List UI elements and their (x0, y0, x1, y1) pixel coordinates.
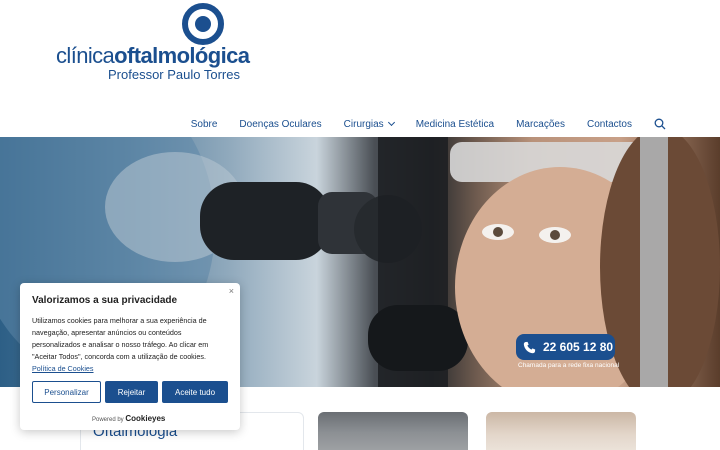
logo-brand-text: clínicaoftalmológica (56, 43, 250, 68)
phone-icon (523, 341, 536, 353)
cookieyes-logo[interactable]: Cookieyes (125, 414, 165, 423)
nav-medicina-estetica[interactable]: Medicina Estética (416, 119, 494, 130)
clinic-logo[interactable]: clínicaoftalmológica Professor Paulo Tor… (56, 3, 250, 85)
cookie-buttons: Personalizar Rejeitar Aceite tudo (32, 381, 228, 403)
nav-marcacoes[interactable]: Marcações (516, 119, 565, 130)
cookie-policy-link[interactable]: Política de Cookies (32, 364, 94, 373)
call-button[interactable]: 22 605 12 80 (516, 334, 615, 360)
service-card-image[interactable] (318, 412, 468, 450)
cookie-consent-banner: × Valorizamos a sua privacidade Utilizam… (20, 283, 240, 430)
nav-doencas-oculares[interactable]: Doenças Oculares (239, 119, 321, 130)
nav-sobre[interactable]: Sobre (191, 119, 218, 130)
powered-by: Powered by Cookieyes (92, 414, 165, 423)
cookie-body-text: Utilizamos cookies para melhorar a sua e… (32, 316, 209, 361)
phone-number: 22 605 12 80 (543, 340, 614, 354)
powered-by-prefix: Powered by (92, 417, 124, 423)
chevron-down-icon (387, 118, 395, 127)
main-nav: Sobre Doenças Oculares Cirurgias Medicin… (191, 118, 666, 130)
eye-logo-icon (182, 3, 224, 45)
page: clínicaoftalmológica Professor Paulo Tor… (0, 0, 720, 450)
phone-note: Chamada para a rede fixa nacional (518, 362, 620, 369)
cookie-description: Utilizamos cookies para melhorar a sua e… (32, 315, 228, 375)
search-icon[interactable] (654, 118, 666, 130)
reject-button[interactable]: Rejeitar (105, 381, 158, 403)
logo-subtitle: Professor Paulo Torres (108, 67, 240, 82)
nav-contactos[interactable]: Contactos (587, 119, 632, 130)
service-card-image[interactable] (486, 412, 636, 450)
cookie-title: Valorizamos a sua privacidade (32, 295, 178, 306)
close-icon[interactable]: × (229, 286, 234, 296)
nav-cirurgias-label: Cirurgias (343, 118, 384, 130)
accept-all-button[interactable]: Aceite tudo (162, 381, 228, 403)
customize-button[interactable]: Personalizar (32, 381, 101, 403)
nav-cirurgias[interactable]: Cirurgias (343, 118, 395, 130)
